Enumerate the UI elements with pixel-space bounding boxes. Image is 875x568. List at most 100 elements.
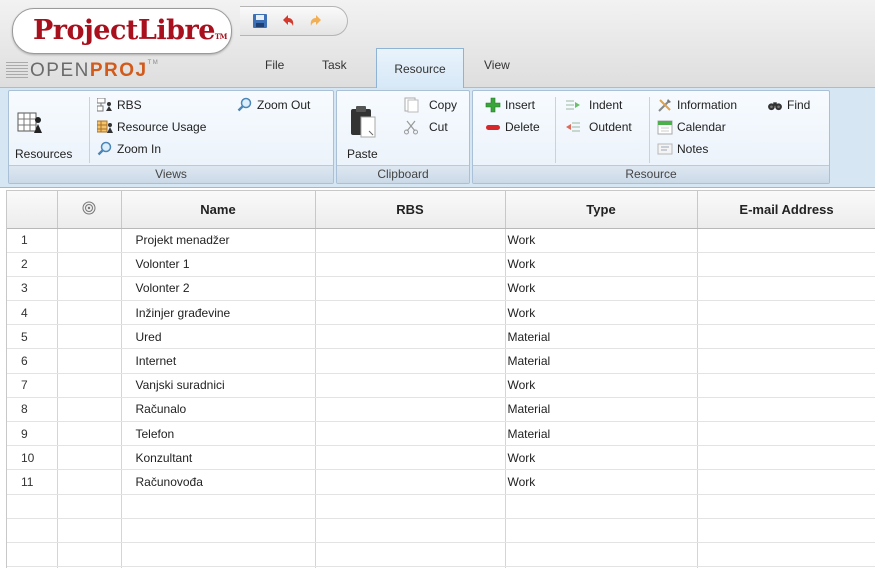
- table-row[interactable]: 5 Ured Material: [7, 324, 875, 350]
- type-cell[interactable]: [505, 494, 698, 519]
- undo-icon[interactable]: [280, 13, 296, 29]
- email-cell[interactable]: [697, 348, 875, 374]
- resource-usage-button[interactable]: Resource Usage: [97, 119, 206, 135]
- email-cell[interactable]: [697, 228, 875, 253]
- column-header-type[interactable]: Type: [505, 191, 698, 229]
- information-button[interactable]: Information: [657, 97, 737, 113]
- email-cell[interactable]: [697, 445, 875, 471]
- outdent-button[interactable]: Outdent: [565, 119, 632, 135]
- row-number-cell[interactable]: [7, 494, 58, 519]
- indent-button[interactable]: Indent: [565, 97, 622, 113]
- name-cell[interactable]: Vanjski suradnici: [121, 373, 316, 398]
- app-logo[interactable]: ProjectLibreTM: [12, 8, 232, 54]
- table-row[interactable]: 11 Računovođa Work: [7, 469, 875, 495]
- type-cell[interactable]: Work: [505, 228, 698, 253]
- rbs-cell[interactable]: [315, 373, 506, 398]
- resources-button[interactable]: [17, 111, 43, 138]
- name-cell[interactable]: [121, 542, 316, 568]
- rbs-cell[interactable]: [315, 518, 506, 543]
- name-cell[interactable]: Inžinjer građevine: [121, 300, 316, 326]
- table-row[interactable]: 1 Projekt menadžer Work: [7, 228, 875, 253]
- type-cell[interactable]: Material: [505, 421, 698, 447]
- row-number-cell[interactable]: 6: [7, 348, 58, 374]
- indicator-cell[interactable]: [57, 252, 122, 277]
- paste-button[interactable]: [349, 105, 377, 142]
- row-number-cell[interactable]: 8: [7, 397, 58, 423]
- row-number-cell[interactable]: [7, 542, 58, 568]
- row-number-cell[interactable]: 2: [7, 252, 58, 277]
- indicator-cell[interactable]: [57, 276, 122, 302]
- table-row[interactable]: [7, 518, 875, 543]
- name-cell[interactable]: Volonter 2: [121, 276, 316, 302]
- redo-icon[interactable]: [308, 13, 324, 29]
- table-row[interactable]: 6 Internet Material: [7, 348, 875, 374]
- type-cell[interactable]: [505, 518, 698, 543]
- type-cell[interactable]: [505, 542, 698, 568]
- row-number-cell[interactable]: 1: [7, 228, 58, 253]
- row-number-cell[interactable]: 5: [7, 324, 58, 350]
- email-cell[interactable]: [697, 397, 875, 423]
- name-cell[interactable]: Računovođa: [121, 469, 316, 495]
- name-cell[interactable]: [121, 518, 316, 543]
- notes-button[interactable]: Notes: [657, 141, 708, 157]
- table-row[interactable]: 3 Volonter 2 Work: [7, 276, 875, 302]
- table-row[interactable]: [7, 542, 875, 568]
- email-cell[interactable]: [697, 518, 875, 543]
- tab-resource[interactable]: Resource: [376, 48, 464, 89]
- table-row[interactable]: 2 Volonter 1 Work: [7, 252, 875, 277]
- email-cell[interactable]: [697, 469, 875, 495]
- indicator-cell[interactable]: [57, 397, 122, 423]
- delete-button[interactable]: Delete: [485, 119, 540, 135]
- rbs-button[interactable]: RBS: [97, 97, 142, 113]
- row-number-cell[interactable]: 11: [7, 469, 58, 495]
- type-cell[interactable]: Work: [505, 276, 698, 302]
- email-cell[interactable]: [697, 252, 875, 277]
- email-cell[interactable]: [697, 373, 875, 398]
- type-cell[interactable]: Material: [505, 397, 698, 423]
- type-cell[interactable]: Work: [505, 252, 698, 277]
- indicator-cell[interactable]: [57, 228, 122, 253]
- rbs-cell[interactable]: [315, 445, 506, 471]
- indicator-cell[interactable]: [57, 421, 122, 447]
- indicator-cell[interactable]: [57, 445, 122, 471]
- name-cell[interactable]: Računalo: [121, 397, 316, 423]
- column-header-name[interactable]: Name: [121, 191, 316, 229]
- tab-task[interactable]: Task: [322, 58, 347, 72]
- rbs-cell[interactable]: [315, 469, 506, 495]
- name-cell[interactable]: Volonter 1: [121, 252, 316, 277]
- table-row[interactable]: 8 Računalo Material: [7, 397, 875, 423]
- indicator-cell[interactable]: [57, 324, 122, 350]
- type-cell[interactable]: Work: [505, 445, 698, 471]
- find-button[interactable]: Find: [767, 97, 810, 113]
- column-header-email[interactable]: E-mail Address: [697, 191, 875, 229]
- type-cell[interactable]: Work: [505, 373, 698, 398]
- calendar-button[interactable]: Calendar: [657, 119, 726, 135]
- table-row[interactable]: 4 Inžinjer građevine Work: [7, 300, 875, 326]
- column-header-rbs[interactable]: RBS: [315, 191, 506, 229]
- row-number-cell[interactable]: 7: [7, 373, 58, 398]
- copy-button[interactable]: Copy: [403, 97, 457, 113]
- type-cell[interactable]: Material: [505, 348, 698, 374]
- table-row[interactable]: [7, 494, 875, 519]
- row-number-cell[interactable]: 4: [7, 300, 58, 326]
- insert-button[interactable]: Insert: [485, 97, 535, 113]
- row-number-cell[interactable]: 3: [7, 276, 58, 302]
- rbs-cell[interactable]: [315, 348, 506, 374]
- email-cell[interactable]: [697, 421, 875, 447]
- rbs-cell[interactable]: [315, 228, 506, 253]
- rbs-cell[interactable]: [315, 324, 506, 350]
- rbs-cell[interactable]: [315, 300, 506, 326]
- indicator-cell[interactable]: [57, 373, 122, 398]
- rbs-cell[interactable]: [315, 421, 506, 447]
- table-row[interactable]: 9 Telefon Material: [7, 421, 875, 447]
- type-cell[interactable]: Work: [505, 300, 698, 326]
- cut-button[interactable]: Cut: [403, 119, 448, 135]
- rbs-cell[interactable]: [315, 252, 506, 277]
- email-cell[interactable]: [697, 276, 875, 302]
- save-icon[interactable]: [252, 13, 268, 29]
- name-cell[interactable]: Internet: [121, 348, 316, 374]
- table-row[interactable]: 10 Konzultant Work: [7, 445, 875, 471]
- name-cell[interactable]: Ured: [121, 324, 316, 350]
- name-cell[interactable]: Projekt menadžer: [121, 228, 316, 253]
- indicator-cell[interactable]: [57, 494, 122, 519]
